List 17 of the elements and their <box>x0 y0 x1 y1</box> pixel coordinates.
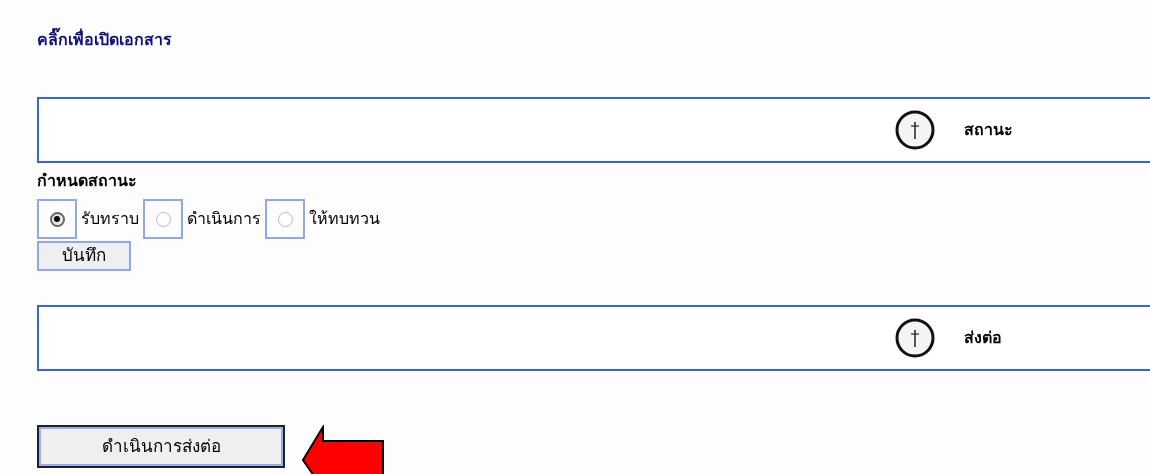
clock-icon <box>894 109 936 151</box>
radio-button[interactable] <box>277 211 293 227</box>
radio-button[interactable] <box>155 211 171 227</box>
forward-button[interactable]: ดำเนินการส่งต่อ <box>37 425 285 468</box>
radio-label: ให้ทบทวน <box>309 208 380 230</box>
section-bar[interactable]: ส่งต่อ <box>37 304 1150 371</box>
arrow-icon <box>301 424 385 474</box>
radio-label: ดำเนินการ <box>187 208 261 230</box>
section-label: สถานะ <box>964 119 1013 141</box>
open-document-link[interactable]: คลิ๊กเพื่อเปิดเอกสาร <box>37 28 1150 52</box>
section-label: ส่งต่อ <box>964 326 1002 349</box>
radio-button[interactable] <box>49 211 65 227</box>
radio-label: รับทราบ <box>81 208 139 230</box>
set-status-heading: กำหนดสถานะ <box>37 170 138 192</box>
clock-icon <box>894 316 936 359</box>
section-bar[interactable]: สถานะ <box>37 97 1150 163</box>
save-button[interactable]: บันทึก <box>37 241 131 271</box>
